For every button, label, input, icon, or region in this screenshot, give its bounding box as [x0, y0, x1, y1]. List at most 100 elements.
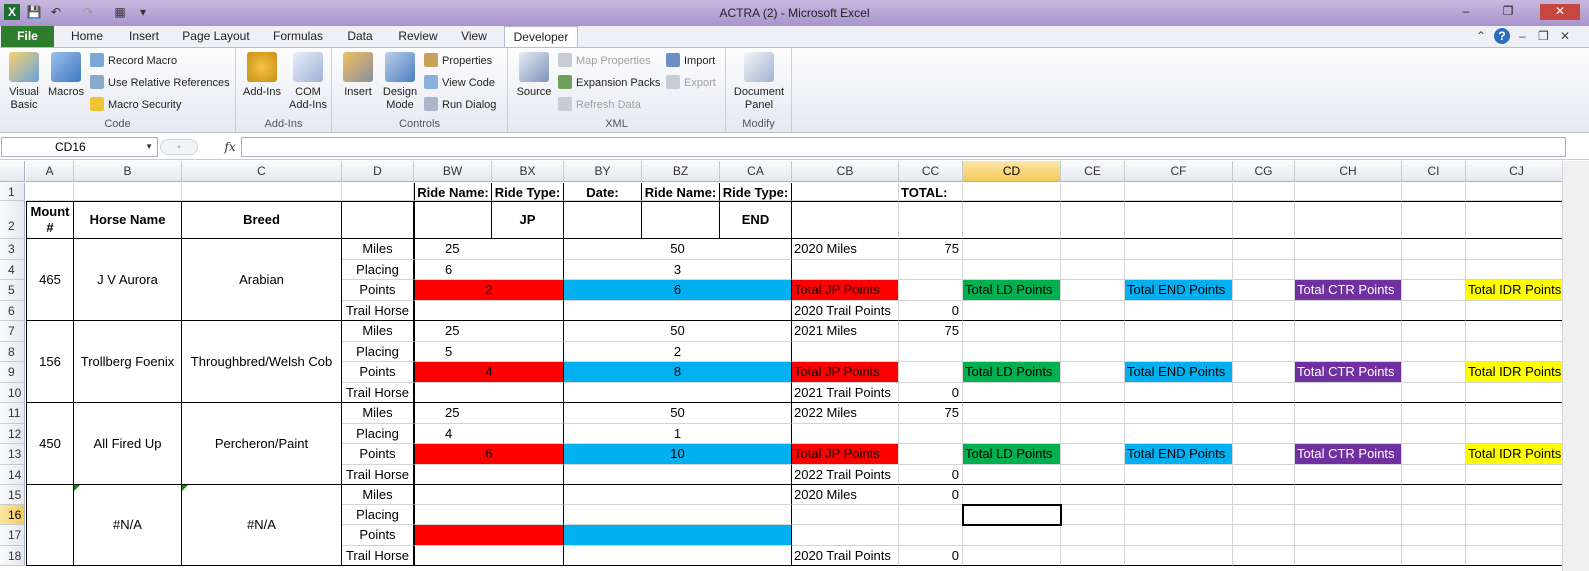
row-header-15[interactable]: 15 — [0, 485, 25, 505]
total-end-points[interactable]: Total END Points — [1125, 280, 1233, 301]
horse-breed[interactable]: Throughbred/Welsh Cob — [182, 321, 342, 403]
cell-empty[interactable] — [963, 321, 1061, 342]
tab-file[interactable]: File — [1, 26, 54, 47]
cell-empty[interactable] — [1061, 362, 1125, 383]
column-header-cf[interactable]: CF — [1125, 161, 1233, 182]
cell-empty[interactable] — [963, 301, 1061, 321]
cell-bz2[interactable] — [642, 201, 720, 239]
cell-empty[interactable] — [1061, 301, 1125, 321]
cell-empty[interactable] — [1061, 525, 1125, 546]
cell-empty[interactable] — [1061, 280, 1125, 301]
header-ride-type-1[interactable]: Ride Type: — [492, 183, 564, 201]
cell-empty[interactable] — [1295, 383, 1402, 403]
cell-empty[interactable] — [1125, 525, 1233, 546]
column-header-a[interactable]: A — [26, 161, 74, 182]
column-header-bw[interactable]: BW — [414, 161, 492, 182]
row-header-8[interactable]: 8 — [0, 342, 25, 362]
tab-view[interactable]: View — [452, 26, 496, 47]
trail-points-label[interactable]: 2021 Trail Points — [792, 383, 899, 403]
year-miles-label[interactable]: 2020 Miles — [792, 239, 899, 260]
cell-empty[interactable] — [1295, 403, 1402, 424]
macros-button[interactable]: Macros — [46, 52, 86, 99]
minimize-icon[interactable]: – — [1455, 4, 1477, 20]
name-box[interactable]: CD16 ▼ — [1, 137, 158, 157]
tab-home[interactable]: Home — [62, 26, 112, 47]
cell-empty[interactable] — [963, 525, 1061, 546]
cell-empty[interactable] — [1233, 301, 1295, 321]
trail-points-label[interactable]: 2020 Trail Points — [792, 546, 899, 566]
label-points[interactable]: Points — [342, 525, 414, 546]
cell-empty[interactable] — [1295, 239, 1402, 260]
cell-empty[interactable] — [1466, 260, 1568, 280]
cell-empty[interactable] — [1125, 183, 1233, 201]
trail-points-label[interactable]: 2020 Trail Points — [792, 301, 899, 321]
placing-jp[interactable]: 6 — [414, 260, 564, 280]
trail-points-total[interactable]: 0 — [899, 383, 963, 403]
error-indicator-icon[interactable] — [182, 485, 188, 491]
workbook-restore-icon[interactable]: ❐ — [1538, 29, 1549, 43]
minimize-ribbon-icon[interactable]: ⌃ — [1476, 29, 1486, 43]
cell-empty[interactable] — [1466, 403, 1568, 424]
cell-empty[interactable] — [792, 525, 899, 546]
cell-empty[interactable] — [1466, 201, 1568, 239]
cell-empty[interactable] — [899, 505, 963, 525]
workbook-minimize-icon[interactable]: – — [1519, 29, 1526, 43]
row-header-17[interactable]: 17 — [0, 525, 25, 546]
cell-empty[interactable] — [1295, 546, 1402, 566]
label-miles[interactable]: Miles — [342, 321, 414, 342]
horse-breed[interactable]: Arabian — [182, 239, 342, 321]
cell-empty[interactable] — [1125, 546, 1233, 566]
label-points[interactable]: Points — [342, 444, 414, 465]
cell-empty[interactable] — [1402, 201, 1466, 239]
header-ride-type-end[interactable]: END — [720, 201, 792, 239]
cell-empty[interactable] — [1402, 280, 1466, 301]
cell-empty[interactable] — [1061, 260, 1125, 280]
row-header-18[interactable]: 18 — [0, 546, 25, 566]
cell-empty[interactable] — [1295, 301, 1402, 321]
placing-end[interactable]: 2 — [564, 342, 792, 362]
row-header-5[interactable]: 5 — [0, 280, 25, 301]
cell-empty[interactable] — [1402, 383, 1466, 403]
column-header-b[interactable]: B — [74, 161, 182, 182]
cell-empty[interactable] — [963, 465, 1061, 485]
cell-empty[interactable] — [1295, 505, 1402, 525]
cell-empty[interactable] — [1125, 465, 1233, 485]
cell-empty[interactable] — [1466, 546, 1568, 566]
cell-by2[interactable] — [564, 201, 642, 239]
row-header-1[interactable]: 1 — [0, 183, 25, 201]
cell-empty[interactable] — [963, 383, 1061, 403]
miles-end[interactable] — [564, 485, 792, 505]
cell-empty[interactable] — [1125, 342, 1233, 362]
cell-empty[interactable] — [1402, 239, 1466, 260]
cell-empty[interactable] — [792, 505, 899, 525]
run-dialog-button[interactable]: Run Dialog — [424, 96, 496, 114]
cell-empty[interactable] — [1233, 465, 1295, 485]
row-header-4[interactable]: 4 — [0, 260, 25, 280]
row-header-14[interactable]: 14 — [0, 465, 25, 485]
label-placing[interactable]: Placing — [342, 424, 414, 444]
points-jp[interactable]: 4 — [414, 362, 564, 383]
cell-empty[interactable] — [1466, 485, 1568, 505]
cell-cb2[interactable] — [792, 201, 899, 239]
cell-c1[interactable] — [182, 183, 342, 201]
total-idr-points[interactable]: Total IDR Points — [1466, 444, 1568, 465]
mount-number[interactable]: 156 — [26, 321, 74, 403]
cell-empty[interactable] — [1061, 201, 1125, 239]
cell-empty[interactable] — [1125, 403, 1233, 424]
cell-empty[interactable] — [1125, 505, 1233, 525]
cell-empty[interactable] — [1061, 546, 1125, 566]
cell-empty[interactable] — [792, 424, 899, 444]
cell-empty[interactable] — [792, 260, 899, 280]
cell-empty[interactable] — [1402, 403, 1466, 424]
label-points[interactable]: Points — [342, 362, 414, 383]
cell-empty[interactable] — [1466, 424, 1568, 444]
trail-jp[interactable] — [414, 301, 564, 321]
cell-empty[interactable] — [1233, 362, 1295, 383]
points-jp[interactable] — [414, 525, 564, 546]
column-header-bx[interactable]: BX — [492, 161, 564, 182]
cell-empty[interactable] — [1295, 201, 1402, 239]
placing-end[interactable] — [564, 505, 792, 525]
cell-empty[interactable] — [899, 342, 963, 362]
miles-jp[interactable]: 25 — [414, 321, 564, 342]
cell-empty[interactable] — [963, 546, 1061, 566]
